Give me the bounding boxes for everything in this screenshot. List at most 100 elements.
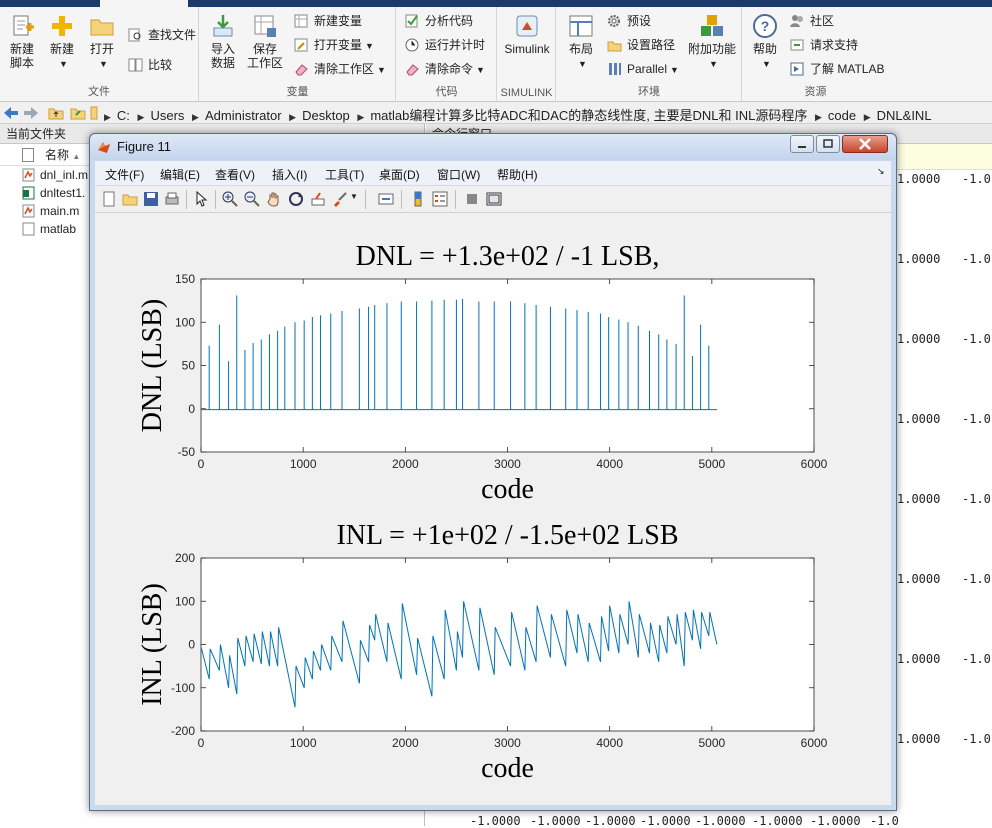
layout-button[interactable]: 布局 ▼ (561, 13, 601, 71)
x-tick-label: 5000 (698, 736, 725, 750)
parallel-button[interactable]: Parallel ▼ (607, 59, 679, 79)
analyze-code-label: 分析代码 (425, 14, 474, 28)
browse-folder-icon[interactable] (70, 106, 86, 120)
close-button[interactable] (842, 135, 888, 153)
minimize-button[interactable] (790, 135, 814, 153)
menu-tools[interactable]: 工具(T) (325, 166, 364, 183)
new-button[interactable]: 新建 ▼ (42, 13, 82, 71)
support-icon (790, 39, 804, 51)
x-tick-label: 5000 (698, 457, 725, 471)
new-script-button[interactable]: 新建 脚本 (2, 13, 42, 70)
simulink-button[interactable]: Simulink (501, 13, 553, 56)
zoom-in-icon[interactable] (222, 191, 238, 207)
save-icon[interactable] (143, 191, 159, 207)
rotate-3d-icon[interactable] (288, 191, 304, 207)
compare-icon (128, 58, 143, 72)
excel-file-icon (22, 186, 35, 200)
breadcrumb-separator-icon: ▶ (289, 112, 297, 122)
open-file-icon[interactable] (122, 191, 138, 207)
brush-icon[interactable] (332, 191, 348, 207)
run-and-time-button[interactable]: 运行并计时 (405, 35, 485, 55)
link-plot-icon[interactable] (378, 191, 394, 207)
up-folder-icon[interactable] (48, 106, 64, 120)
zoom-out-icon[interactable] (244, 191, 260, 207)
print-icon[interactable] (164, 191, 180, 207)
output-value: -1.0 (962, 652, 991, 666)
dock-arrow-icon[interactable]: ↘ (877, 166, 885, 177)
group-label-environment: 环境 (638, 86, 660, 98)
set-path-button[interactable]: 设置路径 (607, 35, 675, 55)
menu-file[interactable]: 文件(F) (105, 166, 144, 183)
analyze-code-button[interactable]: 分析代码 (405, 11, 473, 31)
breadcrumb-item[interactable]: code (828, 108, 856, 123)
clear-commands-button[interactable]: 清除命令 ▼ (405, 59, 485, 79)
save-ws-label: 保存 (252, 42, 277, 56)
output-value: 1.0000 (897, 492, 941, 506)
group-label-variable: 变量 (286, 86, 309, 98)
hide-plot-tools-icon[interactable] (464, 191, 480, 207)
y-tick-label: 100 (175, 315, 195, 329)
maximize-button[interactable] (816, 135, 840, 153)
file-icon (22, 222, 35, 236)
figure-menubar: 文件(F) 编辑(E) 查看(V) 插入(I) 工具(T) 桌面(D) 窗口(W… (95, 161, 891, 186)
chevron-down-icon: ▼ (578, 59, 587, 69)
y-tick-label: -50 (178, 445, 196, 459)
menu-window[interactable]: 窗口(W) (437, 166, 480, 183)
breadcrumb-item[interactable]: Administrator (205, 108, 282, 123)
data-cursor-icon[interactable] (310, 191, 326, 207)
breadcrumb-separator-icon: ▶ (137, 112, 145, 122)
breadcrumb-item[interactable]: matlab编程计算多比特ADC和DAC的静态线性度, 主要是DNL和 INL源… (370, 108, 807, 123)
learn-matlab-label: 了解 MATLAB (810, 62, 885, 76)
pan-hand-icon[interactable] (266, 191, 282, 207)
new-script-icon (13, 15, 34, 36)
y-tick-label: 200 (175, 551, 195, 565)
y-axis-label: DNL (LSB) (137, 299, 168, 433)
toolbar-separator (186, 190, 187, 209)
new-variable-button[interactable]: 新建变量 (294, 11, 362, 31)
figure-window[interactable]: Figure 11 文件(F) 编辑(E) 查看(V) 插入(I) 工具(T) … (89, 133, 897, 811)
save-ws-label-2: 工作区 (246, 56, 283, 70)
breadcrumb-separator-icon: ▶ (357, 112, 365, 122)
breadcrumb-separator-icon: ▶ (104, 112, 111, 122)
pointer-icon[interactable] (193, 191, 209, 207)
open-variable-button[interactable]: 打开变量 ▼ (294, 35, 374, 55)
community-button[interactable]: 社区 (790, 11, 834, 31)
open-button[interactable]: 打开 ▼ (82, 13, 122, 71)
legend-icon[interactable] (432, 191, 448, 207)
colorbar-icon[interactable] (410, 191, 426, 207)
breadcrumb-item[interactable]: Desktop (302, 108, 350, 123)
clear-workspace-button[interactable]: 清除工作区 ▼ (294, 59, 386, 79)
x-axis-label: code (481, 753, 534, 784)
output-value: -1.0 (962, 172, 991, 186)
back-arrow-icon[interactable] (3, 106, 19, 120)
learn-matlab-button[interactable]: 了解 MATLAB (790, 59, 884, 79)
menu-help[interactable]: 帮助(H) (497, 166, 538, 183)
help-button[interactable]: ? 帮助 ▼ (745, 13, 785, 71)
show-plot-tools-icon[interactable] (486, 191, 502, 207)
figure-titlebar[interactable]: Figure 11 (90, 134, 896, 160)
minimize-icon (798, 146, 806, 148)
tab-home[interactable] (100, 0, 188, 7)
forward-arrow-icon[interactable] (23, 106, 39, 120)
breadcrumb-item[interactable]: Users (150, 108, 184, 123)
figure-canvas[interactable]: 0 1000 2000 3000 4000 5000 6000 -50 0 50 100 150 DNL… (95, 213, 891, 805)
set-path-label: 设置路径 (627, 38, 676, 52)
new-figure-icon[interactable] (101, 191, 117, 207)
import-data-button[interactable]: 导入 数据 (203, 13, 243, 70)
menu-edit[interactable]: 编辑(E) (160, 166, 200, 183)
breadcrumb-item[interactable]: DNL&INL (877, 108, 932, 123)
chevron-down-icon[interactable]: ▼ (350, 192, 358, 201)
menu-view[interactable]: 查看(V) (215, 166, 255, 183)
request-support-button[interactable]: 请求支持 (790, 35, 858, 55)
preferences-button[interactable]: 预设 (607, 11, 651, 31)
find-files-icon (128, 28, 141, 42)
compare-button[interactable]: 比较 (128, 55, 172, 75)
menu-insert[interactable]: 插入(I) (272, 166, 307, 183)
find-files-button[interactable]: 查找文件 (128, 25, 196, 45)
add-ons-button[interactable]: 附加功能 ▼ (687, 13, 737, 71)
group-label-file: 文件 (88, 86, 110, 98)
save-workspace-button[interactable]: 保存 工作区 (245, 13, 285, 70)
menu-desktop[interactable]: 桌面(D) (379, 166, 420, 183)
find-files-label: 查找文件 (148, 28, 197, 42)
breadcrumb-item[interactable]: C: (117, 108, 130, 123)
